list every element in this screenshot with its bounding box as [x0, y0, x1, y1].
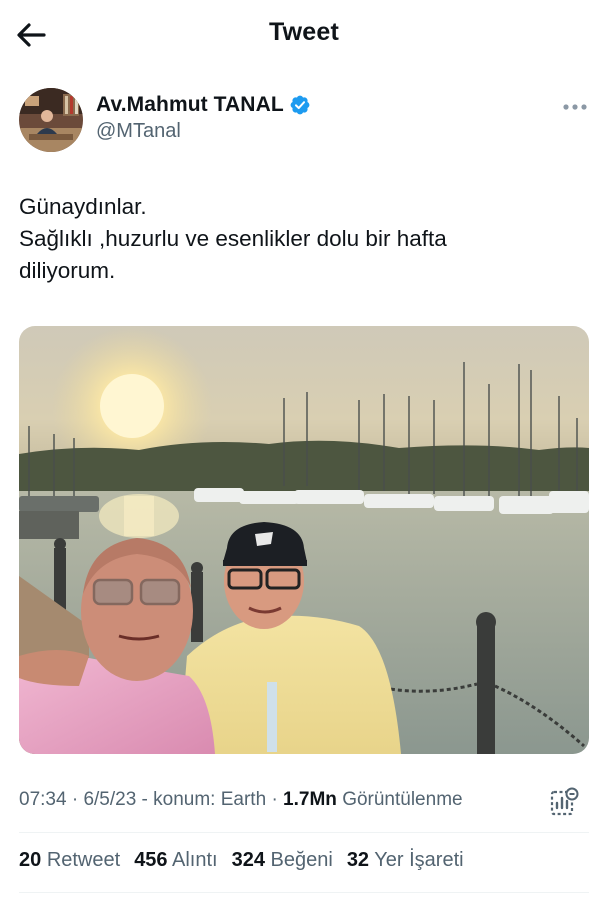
tweet-date[interactable]: 6/5/23 — [83, 789, 136, 810]
stat-label: Beğeni — [270, 849, 333, 871]
more-horizontal-icon — [563, 104, 587, 110]
views-label: Görüntülenme — [342, 789, 463, 810]
meta-separator: · — [271, 789, 284, 810]
tweet-stats: 20 Retweet 456 Alıntı 324 Beğeni 32 Yer … — [19, 849, 478, 872]
divider — [19, 892, 589, 893]
likes-stat[interactable]: 324 Beğeni — [232, 849, 333, 872]
views-count: 1.7Mn — [283, 789, 337, 810]
tweet-text: Günaydınlar. Sağlıklı ,huzurlu ve esenli… — [19, 191, 589, 287]
retweets-stat[interactable]: 20 Retweet — [19, 849, 120, 872]
tweet-location: konum: Earth — [153, 789, 267, 810]
tweet-line: Sağlıklı ,huzurlu ve esenlikler dolu bir… — [19, 226, 447, 251]
stat-count: 32 — [346, 849, 370, 871]
tweet-line: Günaydınlar. — [19, 194, 147, 219]
tweet-line: diliyorum. — [19, 258, 116, 283]
page-title: Tweet — [269, 18, 339, 46]
stat-count: 456 — [134, 849, 168, 871]
meta-separator: · — [71, 789, 84, 810]
divider — [19, 832, 589, 833]
tweet-photo[interactable] — [19, 326, 589, 754]
more-options-button[interactable] — [558, 98, 592, 116]
stat-count: 324 — [231, 849, 265, 871]
author-handle[interactable]: @MTanal — [96, 120, 311, 143]
meta-separator: - — [141, 789, 154, 810]
avatar[interactable] — [19, 88, 83, 152]
analytics-button[interactable] — [548, 786, 580, 818]
stat-label: Retweet — [46, 849, 121, 871]
top-bar: Tweet — [0, 0, 608, 70]
bookmarks-stat[interactable]: 32 Yer İşareti — [347, 849, 464, 872]
author-name[interactable]: Av.Mahmut TANAL — [96, 93, 284, 117]
verified-badge-icon — [290, 95, 310, 115]
stat-label: Yer İşareti — [374, 849, 464, 871]
tweet-time[interactable]: 07:34 — [19, 789, 67, 810]
author-info: Av.Mahmut TANAL @MTanal — [96, 92, 311, 143]
tweet-meta: 07:34 · 6/5/23 - konum: Earth · 1.7Mn Gö… — [19, 789, 463, 811]
analytics-icon — [550, 787, 579, 816]
stat-count: 20 — [19, 849, 42, 871]
quotes-stat[interactable]: 456 Alıntı — [134, 849, 217, 872]
stat-label: Alıntı — [172, 849, 218, 871]
